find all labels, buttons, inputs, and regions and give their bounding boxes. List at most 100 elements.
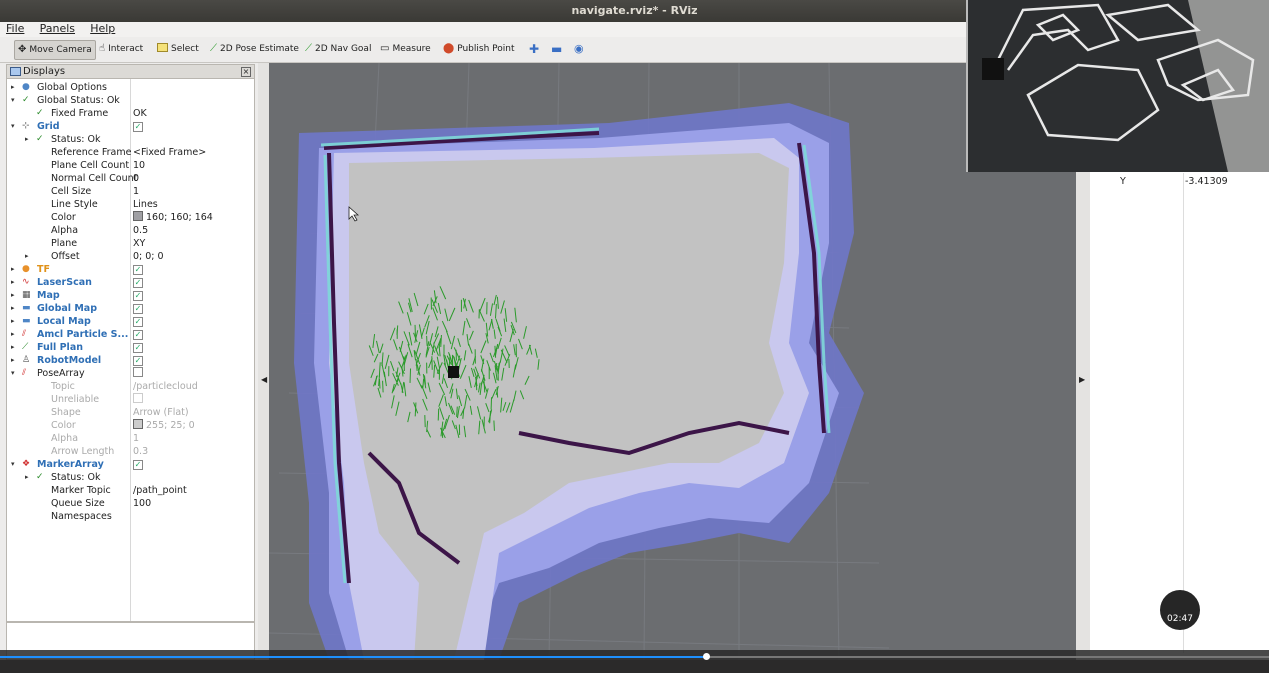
select-button[interactable]: Select <box>157 40 199 58</box>
tree-row-value[interactable]: ✓ <box>133 315 143 328</box>
tree-row-value[interactable]: 255; 25; 0 <box>133 419 195 432</box>
menu-file[interactable]: File <box>0 22 30 36</box>
checkbox[interactable]: ✓ <box>133 343 143 353</box>
chevron-right-icon[interactable]: ▸ <box>11 289 15 302</box>
tree-row[interactable]: Arrow Length 0.3 <box>7 445 254 458</box>
tree-row[interactable]: Unreliable <box>7 393 254 406</box>
tree-row-value[interactable]: 0.5 <box>133 224 148 237</box>
tree-row-value[interactable] <box>133 393 143 407</box>
tree-row-value[interactable]: ✓ <box>133 276 143 289</box>
close-icon[interactable]: × <box>241 67 251 77</box>
tree-row-value[interactable]: Lines <box>133 198 158 211</box>
chevron-right-icon[interactable]: ▸ <box>11 263 15 276</box>
left-splitter[interactable]: ◀ <box>258 63 269 660</box>
tree-row-value[interactable]: 0 <box>133 172 139 185</box>
tree-row[interactable]: Namespaces <box>7 510 254 523</box>
tree-row[interactable]: Topic/particlecloud <box>7 380 254 393</box>
tree-row[interactable]: Color 160; 160; 164 <box>7 211 254 224</box>
tree-row-value[interactable]: Arrow (Flat) <box>133 406 189 419</box>
chevron-right-icon[interactable]: ▸ <box>11 302 15 315</box>
chevron-down-icon[interactable]: ▾ <box>11 367 15 380</box>
tree-row[interactable]: ▸ ∿ LaserScan ✓ <box>7 276 254 289</box>
measure-button[interactable]: ▭ Measure <box>380 40 431 58</box>
checkbox[interactable]: ✓ <box>133 265 143 275</box>
tree-row[interactable]: Alpha 0.5 <box>7 224 254 237</box>
remove-tool-button[interactable]: ▬ <box>551 40 562 58</box>
tree-row-value[interactable]: /path_point <box>133 484 187 497</box>
tree-row-value[interactable]: /particlecloud <box>133 380 198 393</box>
checkbox[interactable]: ✓ <box>133 460 143 470</box>
tree-row[interactable]: ▸ ▬ Local Map ✓ <box>7 315 254 328</box>
tree-row[interactable]: ▸ ⟋ Full Plan ✓ <box>7 341 254 354</box>
tree-row[interactable]: ▾ ✓ Global Status: Ok <box>7 94 254 107</box>
chevron-right-icon[interactable]: ▸ <box>11 315 15 328</box>
chevron-right-icon[interactable]: ▸ <box>11 328 15 341</box>
tree-row-value[interactable]: 160; 160; 164 <box>133 211 213 224</box>
tree-row-value[interactable]: 1 <box>133 185 139 198</box>
tree-row-value[interactable]: 100 <box>133 497 151 510</box>
tree-row[interactable]: ▸ ✓ Status: Ok <box>7 133 254 146</box>
tree-row[interactable]: ▸ ⫽ Amcl Particle S... ✓ <box>7 328 254 341</box>
tree-row[interactable]: Shape Arrow (Flat) <box>7 406 254 419</box>
tree-row-value[interactable]: ✓ <box>133 120 143 133</box>
tree-row-value[interactable]: ✓ <box>133 263 143 276</box>
collapse-left-icon[interactable]: ◀ <box>261 375 267 384</box>
progress-knob[interactable] <box>702 653 710 660</box>
checkbox[interactable]: ✓ <box>133 330 143 340</box>
tree-row-value[interactable]: ✓ <box>133 458 143 471</box>
tree-row[interactable]: ▾ ⫽ PoseArray <box>7 367 254 380</box>
tree-row-value[interactable]: ✓ <box>133 328 143 341</box>
video-progress[interactable] <box>0 650 1269 673</box>
tree-row[interactable]: ▸ ▦ Map ✓ <box>7 289 254 302</box>
checkbox[interactable] <box>133 393 143 403</box>
chevron-right-icon[interactable]: ▸ <box>11 341 15 354</box>
tree-row[interactable]: Normal Cell Count 0 <box>7 172 254 185</box>
tree-row[interactable]: Reference Frame <Fixed Frame> <box>7 146 254 159</box>
tree-row-value[interactable]: ✓ <box>133 354 143 367</box>
tree-row[interactable]: ▸ ● TF ✓ <box>7 263 254 276</box>
tree-row-value[interactable]: <Fixed Frame> <box>133 146 206 159</box>
checkbox[interactable]: ✓ <box>133 291 143 301</box>
tree-row[interactable]: ▸ ● Global Options <box>7 81 254 94</box>
add-tool-button[interactable]: ✚ <box>529 40 539 58</box>
tree-row[interactable]: ▸ ♙ RobotModel ✓ <box>7 354 254 367</box>
tree-row[interactable]: Plane XY <box>7 237 254 250</box>
3d-view[interactable] <box>269 63 1076 660</box>
chevron-right-icon[interactable]: ▸ <box>25 471 29 484</box>
collapse-right-icon[interactable]: ▶ <box>1079 375 1085 384</box>
checkbox[interactable] <box>133 367 143 377</box>
tree-row-value[interactable]: 0.3 <box>133 445 148 458</box>
tree-row[interactable]: ▾ ❖ MarkerArray ✓ <box>7 458 254 471</box>
tree-row[interactable]: Color 255; 25; 0 <box>7 419 254 432</box>
tree-row-value[interactable]: XY <box>133 237 145 250</box>
tree-row-value[interactable]: 0; 0; 0 <box>133 250 164 263</box>
chevron-right-icon[interactable]: ▸ <box>11 354 15 367</box>
checkbox[interactable]: ✓ <box>133 304 143 314</box>
tree-row-value[interactable]: ✓ <box>133 302 143 315</box>
tree-row[interactable]: Queue Size 100 <box>7 497 254 510</box>
checkbox[interactable]: ✓ <box>133 278 143 288</box>
publish-point-button[interactable]: ⬤ Publish Point <box>443 40 515 58</box>
chevron-right-icon[interactable]: ▸ <box>11 276 15 289</box>
view-options-button[interactable]: ◉ <box>574 40 584 58</box>
tree-row[interactable]: Plane Cell Count 10 <box>7 159 254 172</box>
checkbox[interactable]: ✓ <box>133 122 143 132</box>
menu-help[interactable]: Help <box>84 22 121 36</box>
tree-row[interactable]: Line Style Lines <box>7 198 254 211</box>
chevron-right-icon[interactable]: ▸ <box>11 81 15 94</box>
move-camera-button[interactable]: ✥ Move Camera <box>14 40 96 60</box>
chevron-down-icon[interactable]: ▾ <box>11 94 15 107</box>
checkbox[interactable]: ✓ <box>133 356 143 366</box>
tree-row[interactable]: Alpha 1 <box>7 432 254 445</box>
tree-row-value[interactable]: OK <box>133 107 147 120</box>
chevron-right-icon[interactable]: ▸ <box>25 133 29 146</box>
interact-button[interactable]: ☝ Interact <box>99 40 143 58</box>
nav-goal-button[interactable]: ⟋ 2D Nav Goal <box>305 40 371 58</box>
chevron-right-icon[interactable]: ▸ <box>25 250 29 263</box>
menu-panels[interactable]: Panels <box>34 22 81 36</box>
tree-row[interactable]: ✓ Fixed Frame OK <box>7 107 254 120</box>
tree-row[interactable]: ▸ ▬ Global Map ✓ <box>7 302 254 315</box>
tree-row[interactable]: ▸ Offset 0; 0; 0 <box>7 250 254 263</box>
chevron-down-icon[interactable]: ▾ <box>11 458 15 471</box>
tree-row[interactable]: Cell Size 1 <box>7 185 254 198</box>
